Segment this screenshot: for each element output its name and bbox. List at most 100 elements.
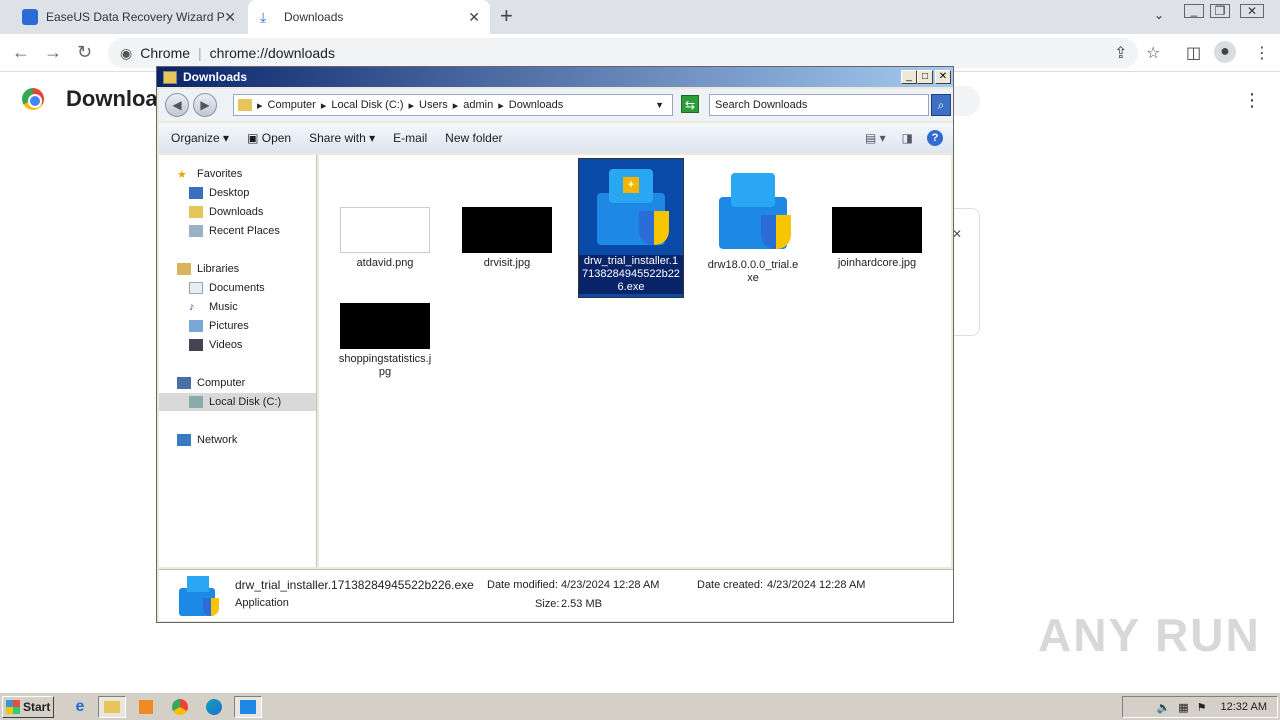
flag-icon[interactable]: ⚑: [1197, 701, 1207, 714]
close-window-button[interactable]: ✕: [1240, 4, 1264, 18]
nav-libraries[interactable]: Libraries: [177, 260, 239, 278]
forward-icon[interactable]: →: [44, 42, 62, 63]
crumb-computer[interactable]: Computer: [268, 99, 316, 111]
folder-icon: [163, 70, 177, 84]
chevron-down-icon[interactable]: ⌄: [1154, 8, 1164, 22]
recent-places-icon: [189, 225, 203, 237]
crumb-localdisk[interactable]: Local Disk (C:): [331, 99, 403, 111]
nav-favorites[interactable]: ★ Favorites: [177, 165, 242, 183]
nav-desktop[interactable]: Desktop: [189, 184, 249, 202]
file-item[interactable]: shoppingstatistics.j pg: [333, 303, 437, 379]
tab-strip: EaseUS Data Recovery Wizard Profe ✕ ⤓ Do…: [0, 0, 1280, 34]
share-with-button[interactable]: Share with ▾: [309, 131, 375, 145]
views-icon[interactable]: ▤ ▾: [865, 131, 886, 145]
explorer-taskbar-icon[interactable]: [98, 696, 126, 718]
help-icon[interactable]: ?: [927, 130, 943, 146]
file-item[interactable]: atdavid.png: [333, 207, 437, 270]
easeus-taskbar-icon[interactable]: [234, 696, 262, 718]
details-created-label: Date created:: [697, 579, 764, 591]
tab-title: EaseUS Data Recovery Wizard Profe: [46, 10, 224, 24]
file-list: atdavid.png drvisit.jpg + drw_trial_inst…: [319, 155, 951, 567]
file-name: shoppingstatistics.j pg: [338, 353, 432, 378]
chevron-down-icon[interactable]: ▼: [655, 100, 664, 110]
tab-title: Downloads: [284, 10, 344, 24]
nav-downloads[interactable]: Downloads: [189, 203, 263, 221]
url-text: chrome://downloads: [209, 45, 335, 61]
start-button[interactable]: Start: [2, 696, 54, 718]
computer-icon: [177, 377, 191, 389]
search-input[interactable]: Search Downloads: [709, 94, 929, 116]
preview-pane-icon[interactable]: ◨: [902, 131, 913, 145]
details-size: 2.53 MB: [561, 598, 602, 610]
maximize-button[interactable]: □: [917, 70, 933, 84]
breadcrumb[interactable]: ▸ Computer ▸ Local Disk (C:) ▸ Users ▸ a…: [233, 94, 673, 116]
star-icon: ★: [177, 169, 187, 181]
media-player-icon[interactable]: [132, 696, 160, 718]
reload-icon[interactable]: ↻: [77, 42, 92, 63]
videos-icon: [189, 339, 203, 351]
close-icon[interactable]: ✕: [224, 9, 236, 26]
network-icon: [177, 434, 191, 446]
open-button[interactable]: ▣ Open: [247, 131, 291, 145]
file-name: atdavid.png: [356, 257, 414, 269]
forward-button[interactable]: ▶: [193, 93, 217, 117]
libraries-icon: [177, 263, 191, 275]
organize-button[interactable]: Organize ▾: [171, 131, 229, 145]
new-folder-button[interactable]: New folder: [445, 131, 502, 145]
network-tray-icon[interactable]: ▦: [1178, 701, 1188, 714]
minimize-button[interactable]: _: [1184, 4, 1204, 18]
easeus-favicon-icon: [22, 9, 38, 25]
volume-icon[interactable]: 🔈: [1157, 701, 1171, 714]
edge-icon[interactable]: [200, 696, 228, 718]
chrome-logo-icon: [22, 88, 44, 110]
close-icon[interactable]: ✕: [468, 9, 480, 26]
window-titlebar[interactable]: Downloads: [157, 67, 953, 87]
nav-pictures[interactable]: Pictures: [189, 317, 249, 335]
minimize-button[interactable]: _: [901, 70, 917, 84]
close-button[interactable]: ✕: [935, 70, 951, 84]
clock[interactable]: 12:32 AM: [1221, 701, 1267, 713]
tab-easeus[interactable]: EaseUS Data Recovery Wizard Profe ✕: [8, 0, 246, 34]
address-row: ◀ ▶ ▸ Computer ▸ Local Disk (C:) ▸ Users…: [159, 89, 953, 121]
download-icon: ⤓: [260, 9, 267, 25]
nav-localdisk[interactable]: Local Disk (C:): [159, 393, 316, 411]
nav-documents[interactable]: Documents: [189, 279, 265, 297]
back-icon[interactable]: ←: [12, 42, 30, 63]
details-type: Application: [235, 597, 289, 609]
profile-icon[interactable]: ●: [1214, 41, 1236, 63]
tab-downloads[interactable]: ⤓ Downloads ✕: [248, 0, 490, 34]
nav-videos[interactable]: Videos: [189, 336, 242, 354]
crumb-users[interactable]: Users: [419, 99, 448, 111]
star-icon[interactable]: ☆: [1146, 43, 1160, 63]
crumb-admin[interactable]: admin: [463, 99, 493, 111]
restore-button[interactable]: ❐: [1210, 4, 1230, 18]
file-item[interactable]: joinhardcore.jpg: [825, 207, 929, 270]
more-options-icon[interactable]: ⋮: [1243, 90, 1261, 111]
email-button[interactable]: E-mail: [393, 131, 427, 145]
file-item[interactable]: drvisit.jpg: [455, 207, 559, 270]
new-tab-button[interactable]: +: [500, 5, 513, 27]
explorer-window: Downloads _ □ ✕ ◀ ▶ ▸ Computer ▸ Local D…: [156, 66, 954, 623]
system-tray: 🔈 ▦ ⚑ 12:32 AM: [1122, 696, 1278, 718]
file-item-selected[interactable]: + drw_trial_installer.1 7138284945522b22 6…: [578, 158, 684, 298]
nav-recent[interactable]: Recent Places: [189, 222, 280, 240]
search-icon[interactable]: ⌕: [931, 94, 951, 116]
file-name: drw_trial_installer.1 7138284945522b22 6.e…: [579, 255, 683, 294]
nav-network[interactable]: Network: [177, 431, 237, 449]
page-title: Downloa: [66, 86, 158, 111]
nav-computer[interactable]: Computer: [177, 374, 245, 392]
back-button[interactable]: ◀: [165, 93, 189, 117]
crumb-downloads[interactable]: Downloads: [509, 99, 563, 111]
image-thumbnail: [832, 207, 922, 253]
chrome-taskbar-icon[interactable]: [166, 696, 194, 718]
ie-icon[interactable]: e: [66, 696, 94, 718]
menu-icon[interactable]: ⋮: [1254, 43, 1270, 63]
side-panel-icon[interactable]: ◫: [1186, 43, 1201, 63]
image-thumbnail: [340, 303, 430, 349]
drive-icon: [189, 396, 203, 408]
refresh-icon[interactable]: ⇆: [681, 95, 699, 113]
file-item[interactable]: drw18.0.0.0_trial.e xe: [701, 167, 805, 285]
share-icon[interactable]: ⇪: [1114, 43, 1127, 63]
nav-music[interactable]: ♪ Music: [189, 298, 238, 316]
omnibox[interactable]: ◉ Chrome | chrome://downloads: [108, 38, 1138, 68]
